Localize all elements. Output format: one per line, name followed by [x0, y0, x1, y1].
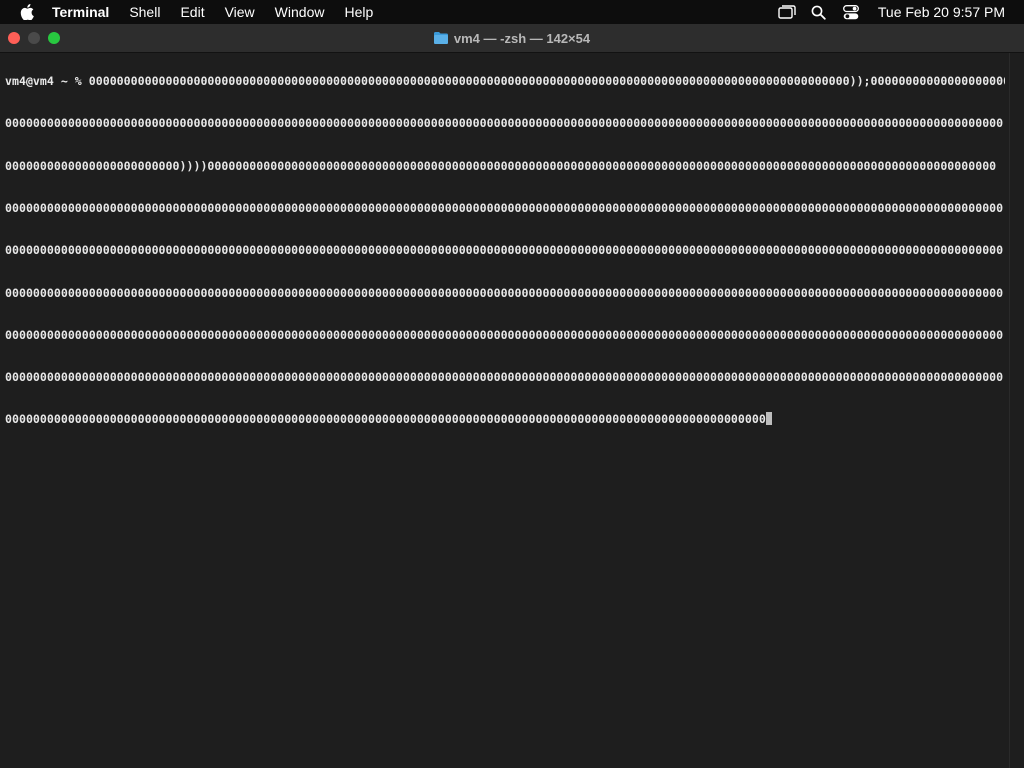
terminal-line: 0000000000000000000000000000000000000000…: [5, 327, 1004, 342]
apple-logo-icon[interactable]: [19, 4, 35, 20]
menu-help[interactable]: Help: [334, 0, 383, 24]
terminal-last-line: 0000000000000000000000000000000000000000…: [5, 412, 766, 427]
window-title: vm4 — -zsh — 142×54: [453, 30, 591, 46]
terminal-line: 0000000000000000000000000))))00000000000…: [5, 158, 997, 173]
terminal-line: 0000000000000000000000000000000000000000…: [5, 370, 1004, 385]
menu-view[interactable]: View: [215, 0, 265, 24]
window-title-group: vm4 — -zsh — 142×54: [0, 24, 1024, 52]
control-center-icon[interactable]: [842, 3, 860, 21]
status-area: Tue Feb 20 9:57 PM: [778, 0, 1024, 24]
screen-mirroring-icon[interactable]: [778, 3, 796, 21]
terminal-scrollbar[interactable]: [1009, 53, 1024, 768]
folder-icon: [433, 32, 448, 44]
terminal-input-line[interactable]: 0000000000000000000000000000000000000000…: [5, 412, 1005, 426]
terminal-line: 0000000000000000000000000000000000000000…: [5, 243, 1004, 258]
terminal-line: 0000000000000000000000000000000000000000…: [5, 201, 1004, 216]
terminal-output[interactable]: vm4@vm4 ~ % 0000000000000000000000000000…: [5, 53, 1005, 768]
menu-clock[interactable]: Tue Feb 20 9:57 PM: [878, 4, 1005, 20]
menu-edit[interactable]: Edit: [170, 0, 214, 24]
search-icon[interactable]: [810, 3, 828, 21]
menu-bar: Terminal Shell Edit View Window Help Tue…: [0, 0, 1024, 24]
terminal-window: vm4 — -zsh — 142×54 vm4@vm4 ~ % 00000000…: [0, 24, 1024, 768]
menu-app-name[interactable]: Terminal: [35, 0, 119, 24]
terminal-line: 0000000000000000000000000000000000000000…: [5, 116, 1004, 131]
terminal-line: vm4@vm4 ~ % 0000000000000000000000000000…: [5, 74, 1005, 89]
menu-window[interactable]: Window: [265, 0, 335, 24]
title-bar[interactable]: vm4 — -zsh — 142×54: [0, 24, 1024, 53]
terminal-line: 0000000000000000000000000000000000000000…: [5, 285, 1004, 300]
text-cursor: [765, 412, 773, 426]
menu-shell[interactable]: Shell: [119, 0, 170, 24]
